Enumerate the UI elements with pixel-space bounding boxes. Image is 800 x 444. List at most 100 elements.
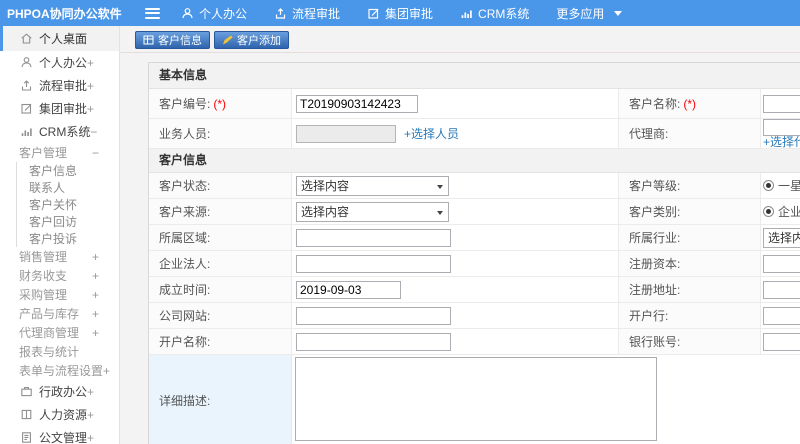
tab-label: 客户添加 [237, 35, 281, 47]
founded-date-input[interactable] [296, 280, 401, 299]
grade-label: 客户等级: [619, 173, 761, 198]
sidebar-item-customer-info[interactable]: 客户信息 [17, 162, 119, 179]
hamburger-menu-icon[interactable] [145, 7, 160, 19]
pencil-add-icon [222, 35, 233, 45]
category-radio-enterprise[interactable] [763, 206, 774, 217]
founded-date-label: 成立时间: [149, 277, 292, 302]
source-select[interactable]: 选择内容 [296, 201, 449, 222]
sidebar-item-agent-management[interactable]: 代理商管理 + [0, 323, 119, 342]
expand-icon[interactable]: + [92, 288, 99, 302]
bank-input[interactable] [763, 306, 800, 325]
form-row: 所属区域: 所属行业: 选择内容 [149, 225, 800, 251]
grade-radio-one-star[interactable] [763, 180, 774, 191]
registered-capital-input[interactable] [763, 254, 800, 273]
topnav-group-approval[interactable]: 集团审批 [367, 5, 433, 22]
app-logo: PHPOA协同办公软件 [7, 6, 122, 21]
edit-icon [368, 8, 379, 19]
sidebar-item-label: 客户管理 [19, 146, 68, 160]
sidebar-item-contacts[interactable]: 联系人 [17, 179, 119, 196]
tab-customer-add[interactable]: 客户添加 [214, 31, 289, 49]
expand-icon[interactable]: + [87, 408, 94, 422]
sidebar-item-label: 流程审批 [39, 79, 88, 93]
sidebar-item-customer-care[interactable]: 客户关怀 [17, 196, 119, 213]
sidebar-item-products-inventory[interactable]: 产品与库存 + [0, 304, 119, 323]
topnav-label: 集团审批 [385, 6, 434, 21]
region-input[interactable] [296, 228, 451, 247]
sidebar-item-sales-management[interactable]: 销售管理 + [0, 247, 119, 266]
bank-account-label: 银行账号: [619, 329, 761, 354]
form-row: 客户编号:(*) 客户名称:(*) [149, 89, 800, 119]
description-textarea[interactable] [295, 357, 657, 441]
select-agent-link[interactable]: +选择代理商 [763, 136, 800, 148]
topnav-label: 个人办公 [199, 6, 248, 21]
expand-icon[interactable]: + [87, 431, 94, 444]
collapse-icon[interactable]: − [90, 125, 97, 139]
sidebar-item-label: 个人办公 [39, 56, 88, 70]
book-icon [20, 408, 33, 421]
sidebar-item-personal-desktop[interactable]: 个人桌面 [0, 26, 119, 51]
expand-icon[interactable]: + [87, 102, 94, 116]
expand-icon[interactable]: + [92, 307, 99, 321]
bar-chart-icon [461, 10, 472, 18]
sidebar-item-personal-office[interactable]: 个人办公 + [0, 51, 119, 74]
sidebar-item-customer-complaint[interactable]: 客户投诉 [17, 230, 119, 247]
edit-icon [20, 102, 33, 115]
sidebar-item-human-resources[interactable]: 人力资源 + [0, 403, 119, 426]
topnav-more-apps[interactable]: 更多应用 [556, 5, 623, 22]
required-mark: (*) [683, 96, 697, 111]
collapse-icon[interactable]: − [92, 146, 99, 160]
top-navigation: 个人办公 流程审批 集团审批 CRM系统 更多应用 [181, 5, 649, 22]
sidebar-item-purchase-management[interactable]: 采购管理 + [0, 285, 119, 304]
customer-no-input[interactable] [296, 94, 418, 113]
customer-name-input[interactable] [763, 94, 800, 113]
region-label: 所属区域: [149, 225, 292, 250]
main-content: 客户信息 客户添加 基本信息 客户编号:(*) 客户名称:(*) [120, 26, 800, 444]
registered-address-input[interactable] [763, 280, 800, 299]
account-name-input[interactable] [296, 332, 451, 351]
sidebar-item-label: 公文管理 [39, 431, 88, 444]
expand-icon[interactable]: + [87, 385, 94, 399]
customer-no-label: 客户编号: (*) [149, 89, 292, 118]
sidebar-item-group-approval[interactable]: 集团审批 + [0, 97, 119, 120]
sidebar-item-document-management[interactable]: 公文管理 + [0, 426, 119, 444]
sidebar-item-customer-visit[interactable]: 客户回访 [17, 213, 119, 230]
select-person-link[interactable]: +选择人员 [404, 125, 459, 142]
sidebar-item-label: CRM系统 [39, 125, 91, 139]
agent-input[interactable] [763, 119, 800, 136]
expand-icon[interactable]: + [103, 364, 110, 378]
sidebar-item-label: 人力资源 [39, 408, 88, 422]
bank-account-input[interactable] [763, 332, 800, 351]
sidebar-item-process-approval[interactable]: 流程审批 + [0, 74, 119, 97]
section-header-basic-info: 基本信息 [149, 63, 800, 89]
sidebar-item-administration[interactable]: 行政办公 + [0, 380, 119, 403]
topbar: PHPOA协同办公软件 个人办公 流程审批 集团审批 CRM系统 更多应用 [0, 0, 800, 26]
status-select[interactable]: 选择内容 [296, 175, 449, 196]
expand-icon[interactable]: + [92, 269, 99, 283]
source-label: 客户来源: [149, 199, 292, 224]
legal-person-input[interactable] [296, 254, 451, 273]
expand-icon[interactable]: + [87, 79, 94, 93]
topnav-process-approval[interactable]: 流程审批 [274, 5, 340, 22]
person-icon [20, 56, 33, 69]
expand-icon[interactable]: + [87, 56, 94, 70]
sidebar-item-label: 集团审批 [39, 102, 88, 116]
website-input[interactable] [296, 306, 451, 325]
topnav-crm-system[interactable]: CRM系统 [460, 5, 529, 22]
tab-customer-info[interactable]: 客户信息 [135, 31, 210, 49]
topnav-personal-office[interactable]: 个人办公 [181, 5, 247, 22]
industry-select[interactable]: 选择内容 [763, 227, 800, 248]
sidebar-item-crm-system[interactable]: CRM系统 − [0, 120, 119, 143]
form-row: 企业法人: 注册资本: [149, 251, 800, 277]
form-row-description: 详细描述: [149, 355, 800, 444]
sales-person-input[interactable] [296, 124, 396, 143]
expand-icon[interactable]: + [92, 250, 99, 264]
expand-icon[interactable]: + [92, 326, 99, 340]
table-icon [143, 35, 154, 45]
form-row: 业务人员: +选择人员 代理商: +选择代理商 [149, 119, 800, 149]
sidebar-item-reports-statistics[interactable]: 报表与统计 [0, 342, 119, 361]
sales-person-label: 业务人员: [149, 119, 292, 148]
sidebar-item-form-process-settings[interactable]: 表单与流程设置 + [0, 361, 119, 380]
sidebar-item-finance[interactable]: 财务收支 + [0, 266, 119, 285]
required-mark: (*) [213, 96, 227, 111]
sidebar-item-customer-management[interactable]: 客户管理 − [0, 143, 119, 162]
